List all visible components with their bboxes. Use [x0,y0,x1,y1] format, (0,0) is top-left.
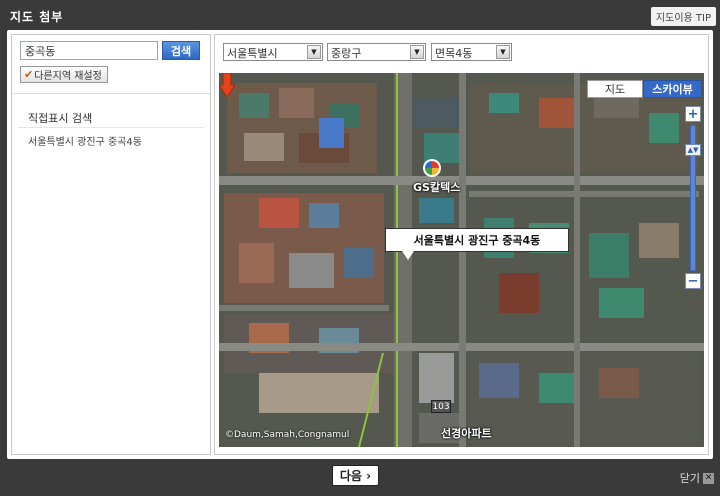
district-select[interactable]: 중랑구 ▼ [327,43,426,61]
search-button[interactable]: 검색 [162,41,200,60]
zoom-out-button[interactable]: − [685,273,701,289]
apartment-poi-label: 선경아파트 [441,427,492,440]
gas-station-poi-icon[interactable] [423,159,441,177]
location-marker-icon[interactable] [219,73,235,97]
map-panel: 서울특별시 ▼ 중랑구 ▼ 면목4동 ▼ 지도 스카이뷰 + ▲▼ − GS칼텍… [214,34,709,455]
close-icon: ✕ [703,472,714,484]
close-button[interactable]: 닫기 ✕ [680,470,714,486]
search-panel: 검색 ✔ 다른지역 재설정 직접표시 검색 서울특별시 광진구 중곡4동 [11,34,211,455]
skyview-map[interactable]: 지도 스카이뷰 + ▲▼ − GS칼텍스 서울특별시 광진구 중곡4동 103 … [219,73,704,447]
city-select[interactable]: 서울특별시 ▼ [223,43,323,61]
zoom-in-button[interactable]: + [685,106,701,122]
dialog-title: 지도 첨부 [10,10,64,24]
map-type-button[interactable]: 지도 [587,80,643,98]
reset-region-label: 다른지역 재설정 [34,71,102,82]
dong-select[interactable]: 면목4동 ▼ [431,43,512,61]
next-button[interactable]: 다음 › [332,465,379,486]
dialog-titlebar: 지도 첨부 지도이용 TIP [0,0,720,30]
direct-search-heading: 직접표시 검색 [28,112,93,125]
dropdown-arrow-icon: ▼ [307,45,321,59]
checkmark-icon: ✔ [24,68,34,81]
district-select-value: 중랑구 [331,47,362,60]
gas-station-poi-label: GS칼텍스 [413,181,461,194]
zoom-slider-handle[interactable]: ▲▼ [685,144,701,156]
dropdown-arrow-icon: ▼ [496,45,510,59]
dropdown-arrow-icon: ▼ [410,45,424,59]
close-label: 닫기 [679,472,700,485]
road-number-badge: 103 [431,400,451,413]
skyview-type-button[interactable]: 스카이뷰 [643,80,702,98]
dong-select-value: 면목4동 [435,47,473,60]
city-select-value: 서울특별시 [227,47,278,60]
location-callout: 서울특별시 광진구 중곡4동 [385,228,569,260]
satellite-imagery [219,73,704,447]
dialog-body: 검색 ✔ 다른지역 재설정 직접표시 검색 서울특별시 광진구 중곡4동 서울특… [7,30,713,459]
divider [12,93,210,94]
search-input[interactable] [20,41,158,60]
map-tip-button[interactable]: 지도이용 TIP [650,7,716,26]
divider [18,127,204,128]
reset-region-button[interactable]: ✔ 다른지역 재설정 [20,66,108,83]
map-copyright: ©Daum,Samah,Congnamul [225,430,350,440]
address-result[interactable]: 서울특별시 광진구 중곡4동 [28,133,142,148]
